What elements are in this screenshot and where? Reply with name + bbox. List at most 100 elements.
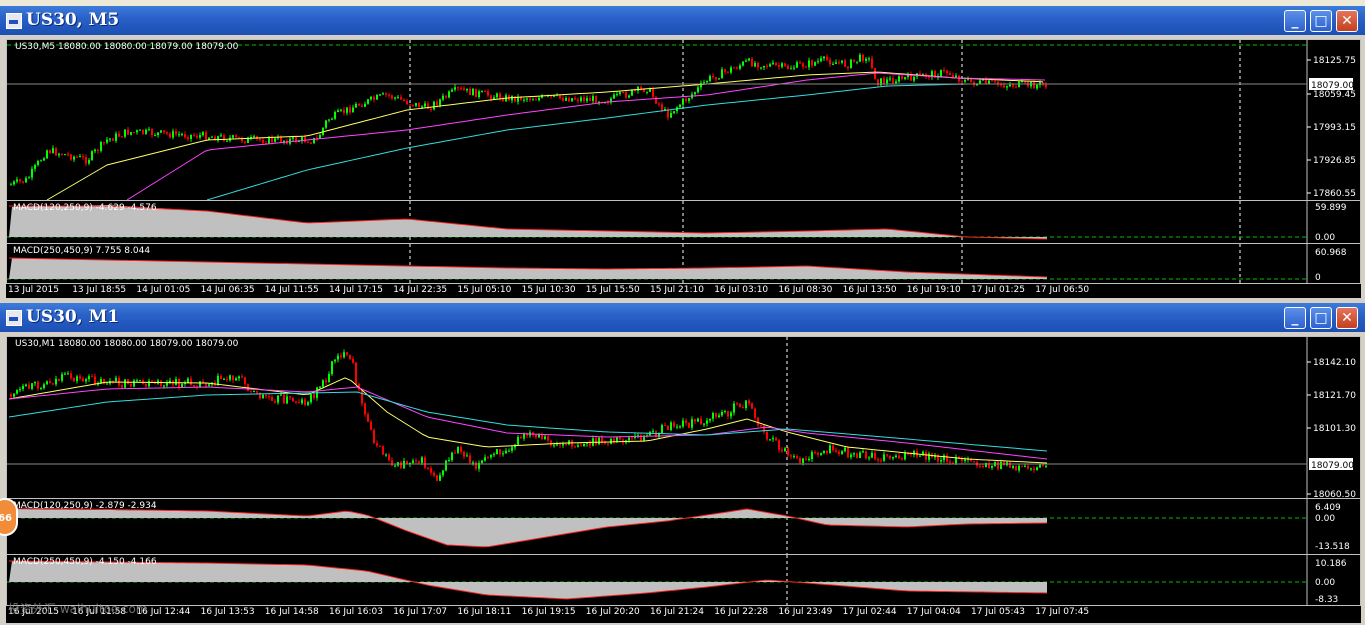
candle-body: [82, 378, 84, 382]
price-pane[interactable]: 18125.75 18059.45 17993.15 17926.85 17860.55…: [6, 39, 1361, 201]
candle-body: [652, 88, 654, 97]
price-pane[interactable]: 18142.10 18121.70 18101.30 18060.50 18079.00…: [6, 336, 1361, 499]
candle-body: [652, 431, 654, 433]
close-button[interactable]: ✕: [1336, 10, 1358, 32]
maximize-button[interactable]: □: [1310, 10, 1332, 32]
chart-window-us30-m5[interactable]: US30, M5 _ □ ✕ 18125.75 18059.45 17993.15 1…: [0, 6, 1365, 300]
candle-body: [1039, 464, 1041, 468]
candle-body: [598, 437, 600, 445]
maximize-button[interactable]: □: [1310, 307, 1332, 329]
chart-window-us30-m1[interactable]: US30, M1 _ □ ✕ 18142.10 18121.70 18101.30 1…: [0, 303, 1365, 625]
candle-body: [832, 445, 834, 451]
minimize-button[interactable]: _: [1284, 307, 1306, 329]
macd-pane-1[interactable]: 59.899 0.00 MACD(120,250,9) -4.629 -4.576: [6, 200, 1361, 244]
candle-body: [253, 390, 255, 392]
candle-body: [28, 384, 30, 389]
candle-body: [838, 62, 840, 64]
candle-body: [493, 97, 495, 100]
candle-body: [124, 379, 126, 388]
candle-body: [616, 437, 618, 442]
candle-body: [508, 450, 510, 452]
macd2-label: MACD(250,450,9) -4.150 -4.166: [13, 557, 157, 567]
candle-body: [400, 96, 402, 100]
candle-body: [691, 419, 693, 428]
candle-body: [1027, 465, 1029, 469]
chart-area[interactable]: 18125.75 18059.45 17993.15 17926.85 17860.55…: [6, 39, 1361, 298]
candle-body: [820, 452, 822, 455]
candle-body: [805, 458, 807, 460]
candle-body: [127, 129, 129, 135]
candle-body: [25, 384, 27, 387]
candle-body: [997, 461, 999, 469]
macd-tick-label: 0: [1315, 273, 1321, 283]
candle-body: [16, 389, 18, 394]
candle-body: [70, 154, 72, 160]
candle-body: [940, 460, 942, 462]
candle-body: [385, 454, 387, 456]
candle-body: [703, 423, 705, 425]
window-titlebar[interactable]: US30, M1 _ □ ✕: [0, 303, 1365, 332]
candle-body: [355, 362, 357, 385]
candle-body: [1045, 84, 1047, 88]
candle-body: [61, 374, 63, 381]
candle-body: [169, 133, 171, 138]
candle-body: [796, 62, 798, 68]
candle-body: [706, 420, 708, 424]
candle-body: [355, 103, 357, 108]
candle-body: [409, 104, 411, 106]
candle-body: [496, 449, 498, 455]
candle-body: [25, 178, 27, 183]
candle-body: [1036, 467, 1038, 471]
candle-body: [697, 418, 699, 422]
notification-badge[interactable]: 66: [0, 498, 18, 536]
candle-body: [991, 466, 993, 468]
candle-body: [679, 426, 681, 428]
candle-body: [64, 373, 66, 375]
candle-body: [217, 375, 219, 386]
candle-body: [790, 455, 792, 457]
candle-body: [220, 375, 222, 380]
candle-body: [424, 103, 426, 107]
candle-body: [415, 460, 417, 462]
candle-body: [472, 462, 474, 464]
candle-body: [433, 101, 435, 110]
candle-body: [259, 138, 261, 140]
candle-body: [889, 455, 891, 459]
candle-body: [988, 80, 990, 84]
candle-body: [919, 73, 921, 75]
candle-body: [310, 394, 312, 403]
candle-body: [778, 440, 780, 450]
candle-body: [799, 62, 801, 64]
macd-pane-1[interactable]: 6.409 0.00 -13.518 MACD(120,250,9) -2.879 …: [6, 498, 1361, 555]
macd-pane-2[interactable]: 10.186 0.00 -8.33 MACD(250,450,9) -4.150 -…: [6, 554, 1361, 606]
candle-body: [370, 96, 372, 100]
candle-body: [139, 380, 141, 382]
candle-body: [1012, 465, 1014, 468]
candle-body: [568, 98, 570, 102]
candle-body: [148, 380, 150, 387]
candle-body: [784, 448, 786, 452]
candle-body: [379, 94, 381, 96]
candle-body: [805, 66, 807, 68]
close-button[interactable]: ✕: [1336, 307, 1358, 329]
candle-body: [625, 92, 627, 98]
candle-body: [115, 133, 117, 141]
chart-area[interactable]: 18142.10 18121.70 18101.30 18060.50 18079.00…: [6, 336, 1361, 623]
candle-body: [1015, 465, 1017, 471]
candle-body: [427, 467, 429, 469]
window-titlebar[interactable]: US30, M5 _ □ ✕: [0, 6, 1365, 35]
candle-body: [61, 153, 63, 155]
candle-body: [481, 90, 483, 92]
candle-body: [784, 63, 786, 66]
current-price-label: 18079.00: [1311, 81, 1354, 91]
candle-body: [733, 67, 735, 69]
macd-pane-2[interactable]: 60.968 0 MACD(250,450,9) 7.755 8.044: [6, 243, 1361, 284]
candle-body: [49, 381, 51, 384]
minimize-button[interactable]: _: [1284, 10, 1306, 32]
candle-body: [496, 93, 498, 98]
candle-body: [493, 454, 495, 456]
candle-body: [97, 149, 99, 151]
candle-body: [766, 65, 768, 67]
candle-body: [712, 412, 714, 419]
candle-body: [289, 396, 291, 398]
